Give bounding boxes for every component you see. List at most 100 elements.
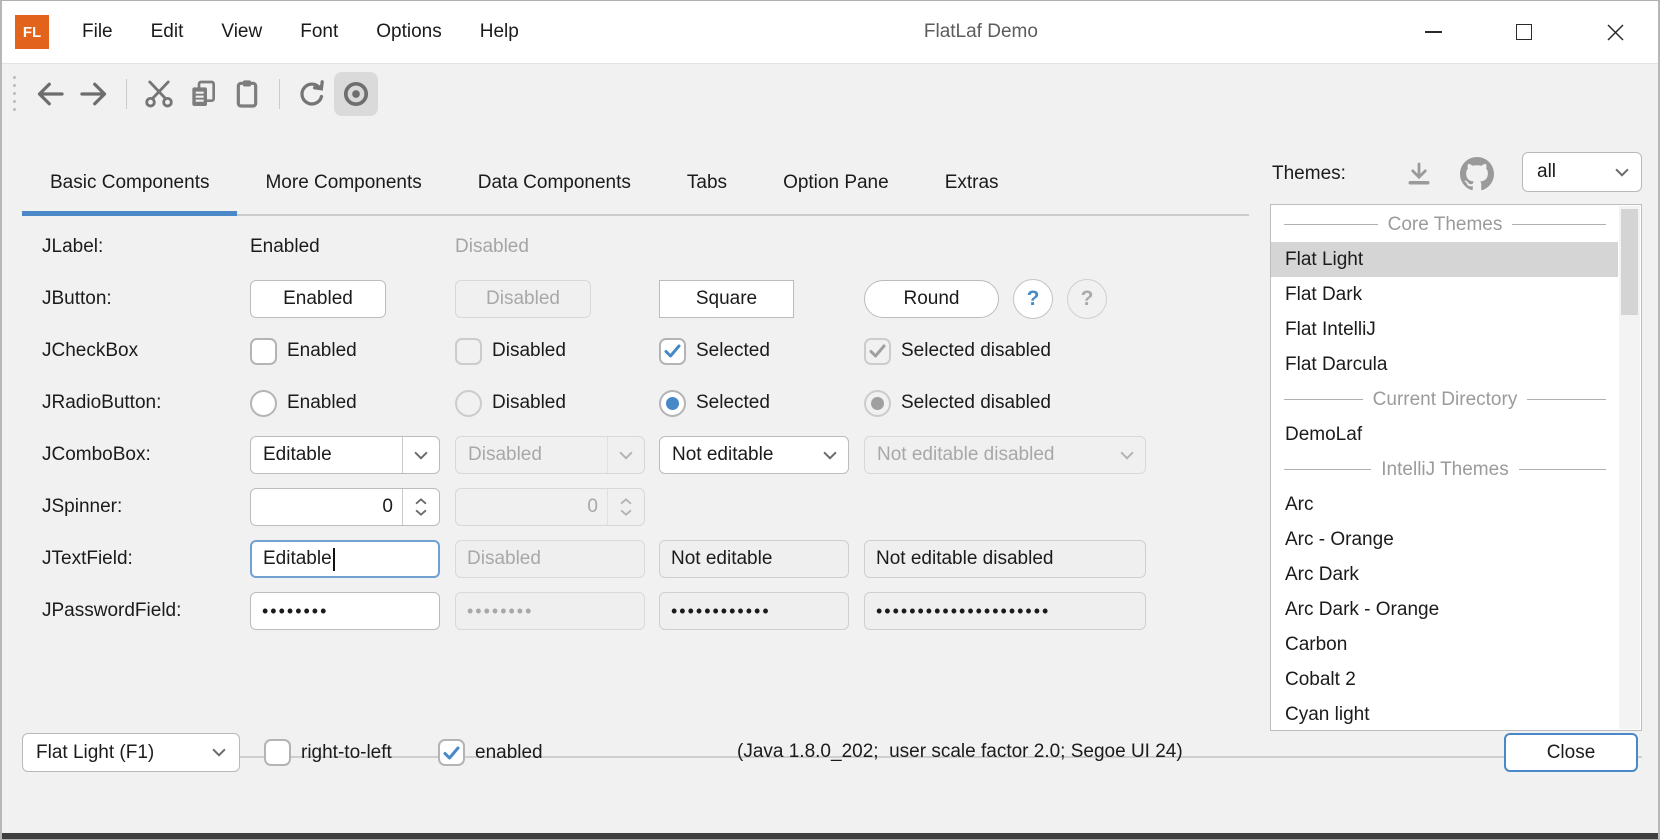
radio-selected-disabled: Selected disabled [864, 390, 1156, 417]
menu-options[interactable]: Options [357, 1, 460, 63]
theme-item-cobalt-2[interactable]: Cobalt 2 [1271, 662, 1618, 697]
close-window-button[interactable] [1606, 23, 1624, 41]
forward-icon [76, 76, 112, 112]
round-button[interactable]: Round [864, 280, 999, 318]
textfield-disabled: Disabled [455, 540, 645, 578]
combobox-disabled: Disabled [455, 436, 645, 474]
passwordfield-enabled[interactable]: •••••••• [250, 592, 440, 630]
back-button[interactable] [28, 72, 72, 116]
github-button[interactable] [1460, 157, 1494, 196]
passwordfield-not-editable: •••••••••••• [659, 592, 849, 630]
theme-item-arc-dark[interactable]: Arc Dark [1271, 557, 1618, 592]
themes-group-separator: Core Themes [1271, 207, 1618, 242]
themes-list: Core Themes Flat Light Flat Dark Flat In… [1270, 204, 1642, 731]
textfield-editable[interactable]: Editable [250, 540, 440, 578]
cut-button[interactable] [137, 72, 181, 116]
minimize-button[interactable] [1424, 23, 1442, 41]
jbutton-row: JButton: Enabled Disabled Square Round ?… [42, 273, 1156, 325]
chevron-up-icon[interactable] [415, 498, 427, 505]
toolbar-separator [279, 79, 280, 109]
jcombobox-caption: JComboBox: [42, 444, 250, 466]
radio-selected[interactable]: Selected [659, 390, 864, 417]
radio-selected-icon[interactable] [659, 390, 686, 417]
theme-item-cyan-light[interactable]: Cyan light [1271, 697, 1618, 731]
maximize-button[interactable] [1515, 23, 1533, 41]
spinner-disabled: 0 [455, 488, 645, 526]
menu-font[interactable]: Font [281, 1, 357, 63]
theme-item-arc-dark-orange[interactable]: Arc Dark - Orange [1271, 592, 1618, 627]
tab-option-pane[interactable]: Option Pane [755, 151, 917, 214]
spinner-enabled[interactable]: 0 [250, 488, 440, 526]
titlebar: FL File Edit View Font Options Help Flat… [2, 1, 1658, 63]
theme-item-carbon[interactable]: Carbon [1271, 627, 1618, 662]
theme-item-arc-orange[interactable]: Arc - Orange [1271, 522, 1618, 557]
forward-button[interactable] [72, 72, 116, 116]
radio-icon[interactable] [250, 390, 277, 417]
jlabel-enabled: Enabled [250, 236, 320, 257]
back-icon [32, 76, 68, 112]
theme-item-flat-intellij[interactable]: Flat IntelliJ [1271, 312, 1618, 347]
checkbox-enabled[interactable]: Enabled [250, 338, 455, 365]
copy-icon [187, 78, 219, 110]
square-button[interactable]: Square [659, 280, 794, 318]
jpasswordfield-row: JPasswordField: •••••••• •••••••• ••••••… [42, 585, 1156, 637]
theme-item-flat-dark[interactable]: Flat Dark [1271, 277, 1618, 312]
menu-file[interactable]: File [63, 1, 132, 63]
themes-scrollbar-thumb[interactable] [1621, 209, 1638, 315]
theme-item-flat-darcula[interactable]: Flat Darcula [1271, 347, 1618, 382]
maximize-icon [1516, 24, 1532, 40]
tab-extras[interactable]: Extras [917, 151, 1027, 214]
menu-edit[interactable]: Edit [132, 1, 203, 63]
toolbar [2, 63, 1658, 123]
themes-group-separator: IntelliJ Themes [1271, 452, 1618, 487]
download-themes-button[interactable] [1404, 159, 1434, 194]
copy-button[interactable] [181, 72, 225, 116]
chevron-down-icon [619, 451, 633, 460]
theme-item-flat-light[interactable]: Flat Light [1271, 242, 1618, 277]
checkbox-checked-icon[interactable] [438, 739, 465, 766]
close-button[interactable]: Close [1504, 733, 1638, 772]
paste-button[interactable] [225, 72, 269, 116]
toolbar-grip[interactable] [13, 76, 16, 111]
tab-more-components[interactable]: More Components [237, 151, 449, 214]
refresh-button[interactable] [290, 72, 334, 116]
checkbox-icon[interactable] [264, 739, 291, 766]
checkbox-selected[interactable]: Selected [659, 338, 864, 365]
checkbox-checked-icon[interactable] [659, 338, 686, 365]
menubar: File Edit View Font Options Help [63, 1, 538, 63]
download-icon [1404, 159, 1434, 189]
chevron-down-icon[interactable] [415, 509, 427, 516]
right-to-left-checkbox[interactable]: right-to-left [264, 733, 392, 772]
eye-toggle-button[interactable] [334, 72, 378, 116]
themes-scrollbar[interactable] [1619, 206, 1640, 729]
spinner-buttons[interactable] [402, 489, 439, 525]
menu-help[interactable]: Help [461, 1, 538, 63]
enabled-button[interactable]: Enabled [250, 280, 386, 318]
enabled-checkbox[interactable]: enabled [438, 733, 543, 772]
combobox-not-editable[interactable]: Not editable [659, 436, 849, 474]
theme-item-demolaf[interactable]: DemoLaf [1271, 417, 1618, 452]
lookandfeel-combobox[interactable]: Flat Light (F1) [22, 733, 240, 772]
tab-data-components[interactable]: Data Components [450, 151, 659, 214]
tab-tabs[interactable]: Tabs [659, 151, 755, 214]
menu-view[interactable]: View [202, 1, 281, 63]
combobox-editable[interactable]: Editable [250, 436, 440, 474]
textfield-not-editable: Not editable [659, 540, 849, 578]
passwordfield-not-editable-disabled: ••••••••••••••••••••• [864, 592, 1146, 630]
tab-strip: Basic Components More Components Data Co… [22, 151, 1249, 216]
tab-basic-components[interactable]: Basic Components [22, 151, 237, 214]
jtextfield-caption: JTextField: [42, 548, 250, 570]
flatlaf-demo-window: FL File Edit View Font Options Help Flat… [0, 0, 1660, 840]
help-button[interactable]: ? [1013, 279, 1053, 319]
radio-enabled[interactable]: Enabled [250, 390, 455, 417]
jcheckbox-caption: JCheckBox [42, 340, 250, 362]
jlabel-caption: JLabel: [42, 236, 250, 258]
checkbox-disabled: Disabled [455, 338, 659, 365]
jcombobox-row: JComboBox: Editable Disabled Not editabl… [42, 429, 1156, 481]
checkbox-icon[interactable] [250, 338, 277, 365]
theme-item-arc[interactable]: Arc [1271, 487, 1618, 522]
themes-filter-combobox[interactable]: all [1522, 152, 1642, 192]
checkbox-selected-disabled: Selected disabled [864, 338, 1156, 365]
passwordfield-disabled: •••••••• [455, 592, 645, 630]
paste-icon [231, 78, 263, 110]
